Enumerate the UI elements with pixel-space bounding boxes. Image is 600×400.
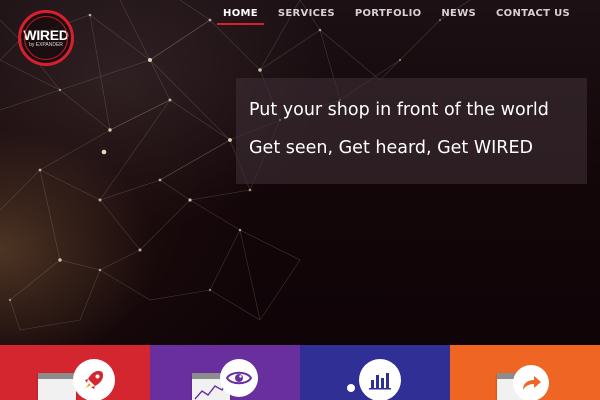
hero-tagline-line-2: Get seen, Get heard, Get WIRED bbox=[249, 138, 533, 158]
eye-icon bbox=[220, 359, 258, 397]
logo-byline: by EXPANDER bbox=[29, 42, 63, 48]
main-navigation: HOME SERVICES PORTFOLIO NEWS CONTACT US bbox=[213, 8, 580, 25]
nav-item-home[interactable]: HOME bbox=[213, 8, 268, 25]
feature-tile-share[interactable] bbox=[450, 345, 600, 400]
share-icon bbox=[513, 365, 549, 400]
nav-item-services[interactable]: SERVICES bbox=[268, 8, 345, 25]
nav-item-portfolio[interactable]: PORTFOLIO bbox=[345, 8, 432, 25]
rocket-icon bbox=[73, 359, 115, 400]
browser-mockup-icon bbox=[38, 373, 76, 400]
feature-tile-rocket[interactable] bbox=[0, 345, 150, 400]
hero-tagline-line-1: Put your shop in front of the world bbox=[249, 100, 549, 120]
logo-wordmark: WIRED bbox=[23, 27, 69, 43]
hero-banner: WIRED by EXPANDER HOME SERVICES PORTFOLI… bbox=[0, 0, 600, 345]
dot-icon bbox=[347, 384, 355, 392]
nav-item-contact-us[interactable]: CONTACT US bbox=[486, 8, 580, 25]
bar-chart-icon bbox=[359, 359, 401, 400]
feature-tile-analytics[interactable] bbox=[300, 345, 450, 400]
wired-logo[interactable]: WIRED by EXPANDER bbox=[18, 10, 74, 66]
feature-strip bbox=[0, 345, 600, 400]
nav-item-news[interactable]: NEWS bbox=[431, 8, 486, 25]
feature-tile-eye[interactable] bbox=[150, 345, 300, 400]
hero-tagline-box: Put your shop in front of the world Get … bbox=[236, 78, 587, 184]
